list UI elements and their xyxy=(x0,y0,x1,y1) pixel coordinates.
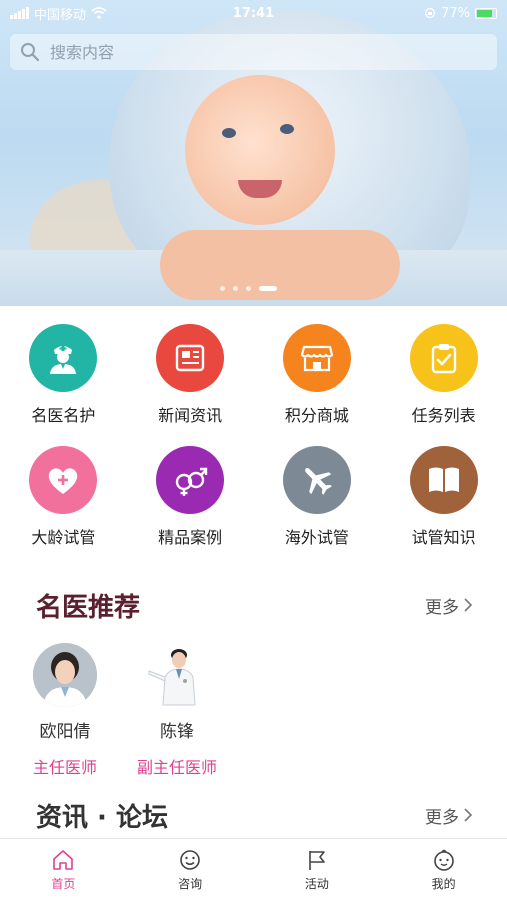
smiley-chat-icon xyxy=(180,850,200,870)
book-icon xyxy=(409,446,478,514)
more-label: 更多 xyxy=(425,807,459,828)
menu-item-points-mall[interactable]: 积分商城 xyxy=(254,318,381,440)
menu-item-news[interactable]: 新闻资讯 xyxy=(127,318,254,440)
tab-profile[interactable]: 我的 xyxy=(380,839,507,900)
menu-label: 精品案例 xyxy=(158,528,223,547)
doctors-section-header: 名医推荐 更多 xyxy=(0,586,507,624)
doctor-card[interactable]: 陈锋 副主任医师 xyxy=(134,643,220,778)
doctors-more-link[interactable]: 更多 xyxy=(425,593,473,618)
feature-grid-row: 大龄试管 精品案例 海外试管 试管知识 xyxy=(0,440,507,562)
status-time: 17:41 xyxy=(232,5,275,21)
menu-item-overseas-ivf[interactable]: 海外试管 xyxy=(254,440,381,562)
menu-label: 大龄试管 xyxy=(31,528,96,547)
banner-eye xyxy=(222,128,236,138)
doctor-icon xyxy=(29,324,98,392)
section-title: 名医推荐 xyxy=(36,592,141,623)
more-label: 更多 xyxy=(425,597,459,618)
carousel-dot[interactable] xyxy=(220,286,225,291)
tab-label: 咨询 xyxy=(178,877,203,891)
section-title: 资讯 · 论坛 xyxy=(36,802,168,833)
menu-item-task-list[interactable]: 任务列表 xyxy=(380,318,507,440)
doctor-avatar xyxy=(145,643,209,707)
menu-label: 海外试管 xyxy=(284,528,349,547)
menu-label: 积分商城 xyxy=(284,406,349,425)
tab-home[interactable]: 首页 xyxy=(0,839,127,900)
chevron-right-icon xyxy=(464,598,473,612)
doctor-card[interactable]: 欧阳倩 主任医师 xyxy=(22,643,108,778)
menu-item-featured-cases[interactable]: 精品案例 xyxy=(127,440,254,562)
battery-icon xyxy=(475,7,497,19)
airplane-icon xyxy=(282,446,351,514)
clipboard-icon xyxy=(409,324,478,392)
menu-item-ivf-knowledge[interactable]: 试管知识 xyxy=(380,440,507,562)
banner-eye xyxy=(280,124,294,134)
menu-label: 名医名护 xyxy=(31,406,96,425)
carousel-dot[interactable] xyxy=(233,286,238,291)
baby-face-icon xyxy=(433,849,454,871)
menu-item-older-ivf[interactable]: 大龄试管 xyxy=(0,440,127,562)
doctor-title: 副主任医师 xyxy=(136,758,217,777)
search-bar[interactable] xyxy=(10,34,497,70)
doctor-name: 陈锋 xyxy=(160,722,194,742)
carousel-dot-active[interactable] xyxy=(259,286,277,291)
banner-arms xyxy=(160,230,400,300)
search-icon xyxy=(21,43,40,62)
doctor-avatar xyxy=(33,643,97,707)
feature-grid-row: 名医名护 新闻资讯 积分商城 任务列表 xyxy=(0,318,507,440)
shop-icon xyxy=(282,324,351,392)
heart-plus-icon xyxy=(29,446,98,514)
flag-icon xyxy=(309,851,325,870)
home-icon xyxy=(53,850,74,870)
tab-label: 我的 xyxy=(431,877,456,891)
tab-label: 活动 xyxy=(304,877,329,891)
doctor-list: 欧阳倩 主任医师 陈锋 副主任医师 xyxy=(22,643,220,778)
feature-grid: 名医名护 新闻资讯 积分商城 任务列表 大龄试管 精品案例 海外试管 试管知识 xyxy=(0,318,507,562)
doctor-title: 主任医师 xyxy=(32,758,97,777)
carousel-dot[interactable] xyxy=(246,286,251,291)
news-section-header: 资讯 · 论坛 更多 xyxy=(0,796,507,834)
doctor-name: 欧阳倩 xyxy=(39,722,91,742)
news-more-link[interactable]: 更多 xyxy=(425,803,473,828)
menu-label: 新闻资讯 xyxy=(158,406,223,425)
menu-label: 任务列表 xyxy=(411,406,476,425)
news-icon xyxy=(156,324,225,392)
banner-baby-face xyxy=(185,75,335,225)
gender-icon xyxy=(156,446,225,514)
menu-label: 试管知识 xyxy=(411,528,476,547)
carousel-indicator[interactable] xyxy=(220,286,277,291)
menu-item-famous-doctors[interactable]: 名医名护 xyxy=(0,318,127,440)
tab-label: 首页 xyxy=(51,877,76,891)
tab-activities[interactable]: 活动 xyxy=(254,839,381,900)
status-bar: 中国移动 17:41 77% xyxy=(0,0,507,26)
search-input[interactable] xyxy=(50,42,450,62)
tab-consult[interactable]: 咨询 xyxy=(127,839,254,900)
chevron-right-icon xyxy=(464,808,473,822)
bottom-tab-bar: 首页 咨询 活动 我的 xyxy=(0,838,507,900)
